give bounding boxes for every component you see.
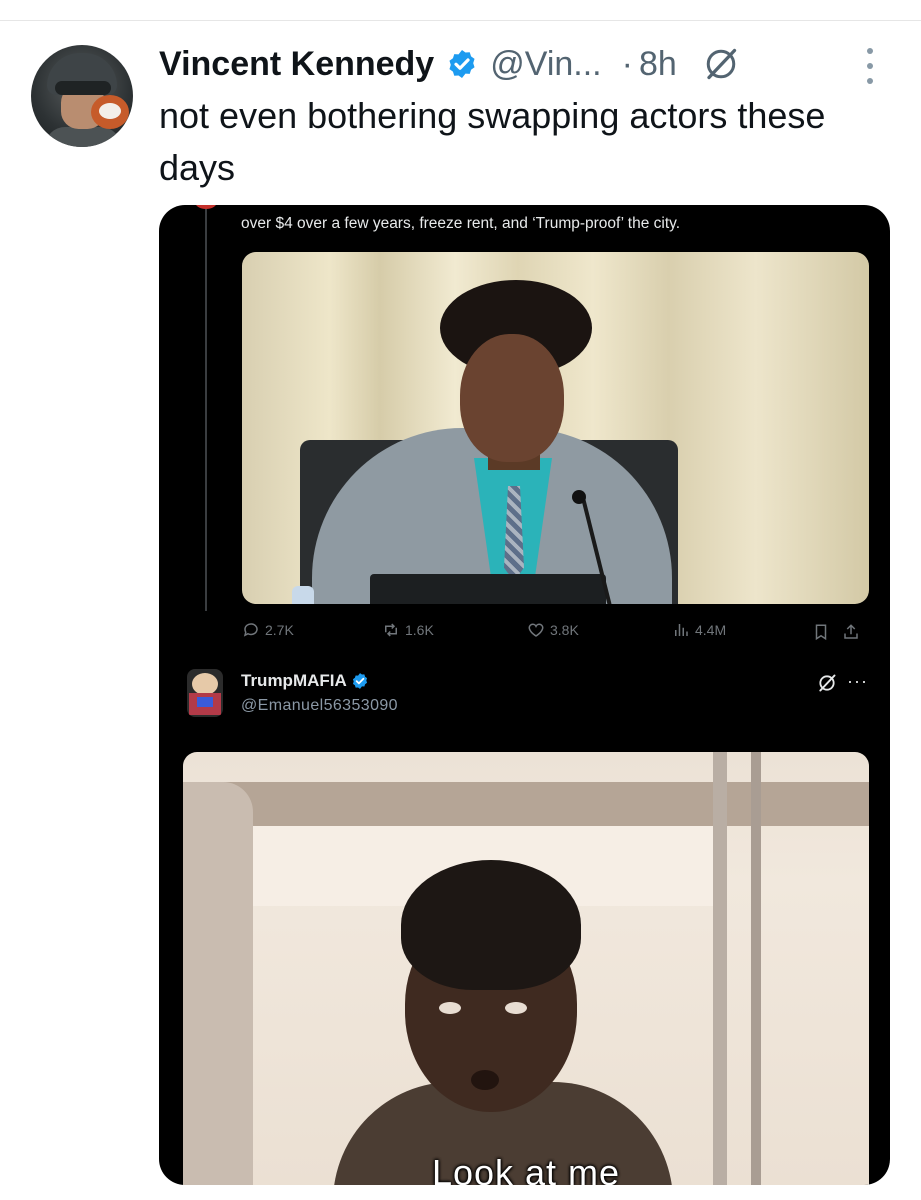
gif-hair bbox=[401, 860, 581, 990]
verified-badge-icon bbox=[352, 673, 367, 689]
photo-face bbox=[460, 334, 564, 462]
top-divider bbox=[0, 20, 921, 21]
share-icon[interactable] bbox=[842, 623, 860, 641]
gif-window-frame-top bbox=[183, 782, 869, 826]
more-dot bbox=[867, 78, 873, 84]
like-count: 3.8K bbox=[550, 622, 579, 638]
more-dot bbox=[867, 63, 873, 69]
more-dot bbox=[867, 48, 873, 54]
views-button[interactable]: 4.4M bbox=[672, 621, 726, 639]
reply-button[interactable]: 2.7K bbox=[242, 621, 294, 639]
avatar-goggles bbox=[55, 81, 111, 95]
more-horizontal-icon[interactable]: ··· bbox=[847, 671, 868, 692]
like-button[interactable]: 3.8K bbox=[527, 621, 579, 639]
gif-eye-right bbox=[505, 1002, 527, 1014]
gif-caption: Look at me bbox=[431, 1152, 621, 1185]
views-count: 4.4M bbox=[695, 622, 727, 638]
gif-window-frame-left bbox=[183, 782, 253, 1185]
photo-water-bottle bbox=[292, 586, 314, 604]
grok-icon[interactable] bbox=[817, 673, 837, 693]
like-icon bbox=[528, 623, 544, 637]
reply-author-display-name[interactable]: TrumpMAFIA bbox=[241, 671, 347, 691]
avatar-detail bbox=[197, 697, 213, 707]
reply-author-name-row: TrumpMAFIA bbox=[241, 671, 369, 691]
repost-icon bbox=[385, 623, 397, 637]
reply-count: 2.7K bbox=[265, 622, 294, 638]
gif-pole bbox=[713, 752, 727, 1185]
more-vertical-icon[interactable] bbox=[864, 48, 876, 84]
meme-gif-look-at-me[interactable]: Look at me bbox=[183, 752, 869, 1185]
post-text: not even bothering swapping actors these… bbox=[159, 95, 826, 188]
post-header: Vincent Kennedy @Vin... · 8h bbox=[159, 40, 739, 88]
photo-microphone bbox=[572, 490, 586, 504]
thread-line bbox=[205, 205, 207, 611]
repost-button[interactable]: 1.6K bbox=[382, 621, 434, 639]
post-timestamp[interactable]: 8h bbox=[639, 45, 677, 84]
time-separator: · bbox=[621, 44, 633, 83]
gif-pole bbox=[751, 752, 761, 1185]
author-avatar[interactable] bbox=[31, 45, 133, 147]
quoted-post-text: over $4 over a few years, freeze rent, a… bbox=[241, 215, 681, 232]
gif-mouth bbox=[471, 1070, 499, 1090]
reply-author-avatar[interactable] bbox=[187, 669, 223, 717]
avatar-red-panda-face bbox=[99, 103, 121, 119]
author-display-name[interactable]: Vincent Kennedy bbox=[159, 45, 434, 84]
gif-eye-left bbox=[439, 1002, 461, 1014]
views-icon bbox=[675, 624, 688, 636]
verified-badge-icon bbox=[449, 50, 475, 78]
quoted-avatar-edge bbox=[195, 205, 217, 209]
grok-icon[interactable] bbox=[703, 46, 739, 82]
author-handle[interactable]: @Vin... bbox=[490, 45, 601, 84]
avatar-head bbox=[192, 673, 218, 695]
photo-laptop bbox=[370, 574, 606, 604]
bookmark-icon[interactable] bbox=[812, 623, 830, 641]
post-media-screenshot[interactable]: over $4 over a few years, freeze rent, a… bbox=[159, 205, 890, 1185]
engagement-bar: 2.7K 1.6K 3.8K 4.4M bbox=[242, 621, 869, 645]
reply-author-handle[interactable]: @Emanuel56353090 bbox=[241, 697, 398, 715]
repost-count: 1.6K bbox=[405, 622, 434, 638]
reply-icon bbox=[243, 623, 258, 637]
avatar-body bbox=[45, 127, 121, 147]
news-photo-speaker[interactable] bbox=[242, 252, 869, 604]
